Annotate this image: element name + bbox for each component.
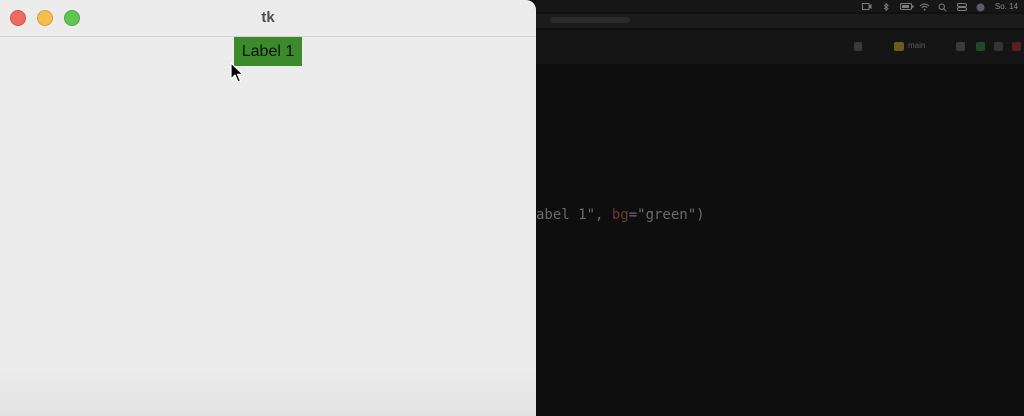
- code-editor[interactable]: abel 1", bg="green"): [536, 64, 1024, 416]
- bluetooth-icon[interactable]: [881, 1, 891, 12]
- screen-record-icon[interactable]: [861, 2, 872, 10]
- profile-icon[interactable]: [994, 42, 1003, 51]
- code-keyword: bg: [611, 207, 629, 223]
- minimize-button[interactable]: [37, 10, 53, 26]
- code-string-fragment: abel 1",: [536, 207, 612, 223]
- close-button[interactable]: [10, 10, 26, 26]
- run-config-label[interactable]: main: [908, 41, 925, 50]
- user-icon[interactable]: [854, 42, 862, 51]
- battery-icon[interactable]: [899, 2, 914, 10]
- search-icon[interactable]: [938, 3, 948, 12]
- label-1: Label 1: [234, 37, 302, 66]
- python-icon[interactable]: [894, 42, 904, 51]
- code-line[interactable]: abel 1", bg="green"): [536, 207, 705, 223]
- window-title: tk: [261, 9, 275, 26]
- control-center-icon[interactable]: [956, 2, 967, 11]
- tk-window: tk Label 1: [0, 0, 536, 416]
- zoom-button[interactable]: [64, 10, 80, 26]
- menu-bar: So. 14: [536, 0, 1024, 12]
- window-content: Label 1: [0, 37, 536, 416]
- window-titlebar[interactable]: tk: [0, 0, 536, 37]
- stop-icon[interactable]: [1012, 42, 1021, 51]
- ide-tab-strip: [536, 14, 1024, 28]
- run-icon[interactable]: [956, 42, 965, 51]
- ide-toolbar: main: [536, 30, 1024, 64]
- screen: So. 14 main abel 1", bg="green") tk Labe…: [0, 0, 1024, 416]
- siri-icon[interactable]: [976, 3, 986, 11]
- wifi-icon[interactable]: [919, 3, 930, 11]
- code-value-fragment: ="green"): [628, 207, 705, 223]
- file-path-breadcrumb[interactable]: [550, 17, 630, 23]
- menu-bar-clock[interactable]: So. 14: [995, 2, 1018, 11]
- debug-icon[interactable]: [976, 42, 985, 51]
